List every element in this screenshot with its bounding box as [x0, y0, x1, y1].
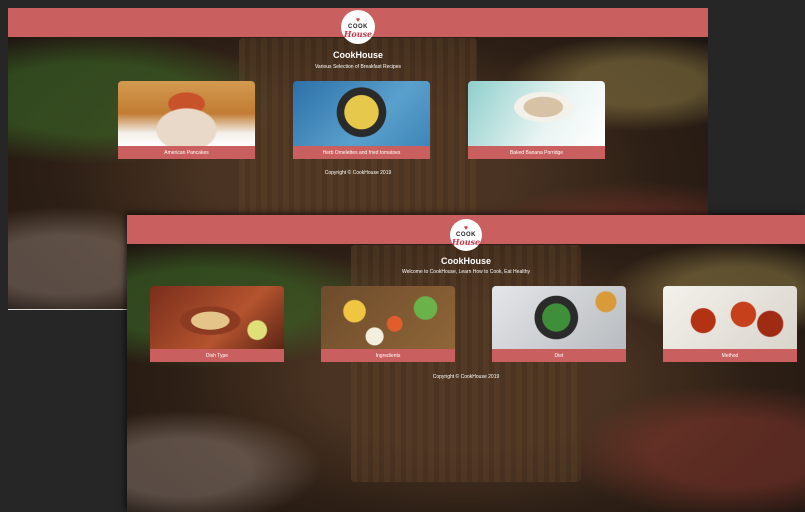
recipe-card-porridge[interactable]: Baked Banana Porridge	[468, 81, 605, 159]
card-caption: Dish Type	[150, 349, 284, 362]
card-caption: American Pancakes	[118, 146, 255, 159]
category-card-method[interactable]: Method	[663, 286, 797, 362]
site-title: CookHouse	[332, 50, 383, 60]
card-caption: Ingredients	[321, 349, 455, 362]
porridge-image	[468, 81, 605, 146]
chicken-image	[663, 286, 797, 349]
card-caption: Method	[663, 349, 797, 362]
copyright-text: Copyright © CookHouse 2019	[432, 374, 500, 380]
heart-icon: ♥	[355, 16, 361, 24]
card-caption: Diet	[492, 349, 626, 362]
ingredients-image	[321, 286, 455, 349]
cookhouse-logo[interactable]: ♥ COOK House	[341, 10, 375, 44]
copyright-text: Copyright © CookHouse 2019	[324, 170, 392, 176]
omelette-image	[293, 81, 430, 146]
tagline: Welcome to CookHouse, Learn How to Cook,…	[401, 269, 531, 275]
salad-image	[492, 286, 626, 349]
heart-icon: ♥	[463, 224, 469, 232]
wrap-image	[150, 286, 284, 349]
wooden-board	[350, 244, 582, 483]
tagline: Various Selection of Breakfast Recipes	[314, 64, 402, 70]
category-card-dish-type[interactable]: Dish Type	[150, 286, 284, 362]
category-card-diet[interactable]: Diet	[492, 286, 626, 362]
recipe-card-pancakes[interactable]: American Pancakes	[118, 81, 255, 159]
category-card-ingredients[interactable]: Ingredients	[321, 286, 455, 362]
card-caption: Baked Banana Porridge	[468, 146, 605, 159]
recipe-card-omelette[interactable]: Herb Omelettes and fried tomatoes	[293, 81, 430, 159]
pancakes-image	[118, 81, 255, 146]
cookhouse-logo[interactable]: ♥ COOK House	[450, 219, 482, 251]
site-title: CookHouse	[440, 256, 491, 266]
window-edge	[8, 309, 127, 310]
card-caption: Herb Omelettes and fried tomatoes	[293, 146, 430, 159]
home-page-window: ♥ COOK House CookHouse Welcome to CookHo…	[127, 215, 805, 512]
